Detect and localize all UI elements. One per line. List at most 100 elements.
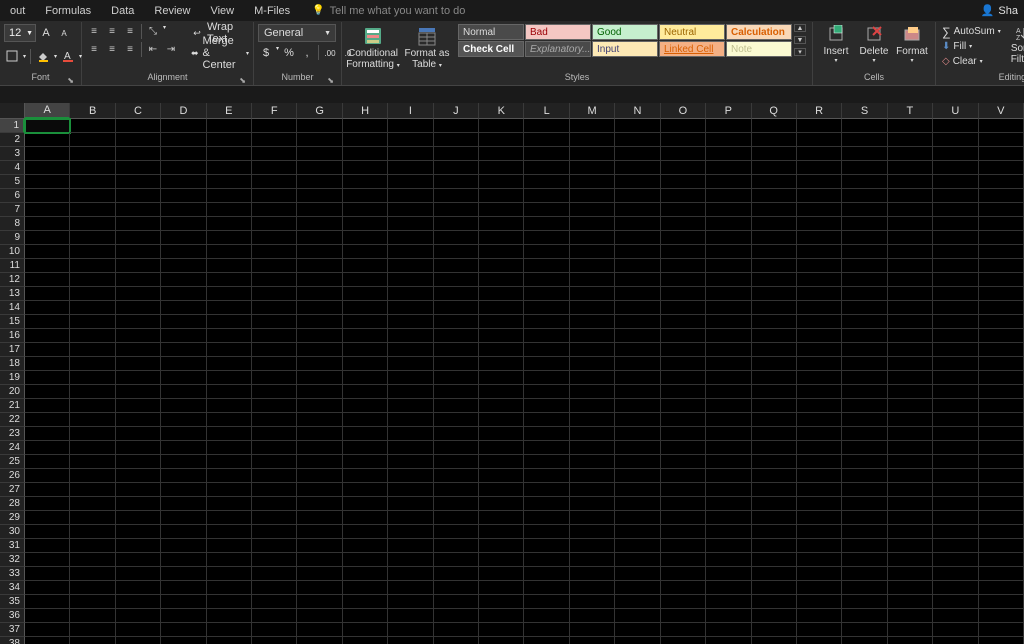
column-header[interactable]: V [979, 103, 1024, 119]
row-header[interactable]: 16 [0, 329, 25, 343]
cell[interactable] [161, 539, 206, 553]
cell[interactable] [615, 175, 660, 189]
cell[interactable] [161, 119, 206, 133]
cell[interactable] [524, 329, 569, 343]
cell[interactable] [207, 203, 252, 217]
cell[interactable] [116, 567, 161, 581]
cell[interactable] [252, 427, 297, 441]
cell[interactable] [979, 147, 1024, 161]
cell[interactable] [706, 385, 751, 399]
align-right-button[interactable]: ≡ [122, 42, 138, 56]
cell[interactable] [842, 133, 887, 147]
cell[interactable] [116, 245, 161, 259]
cell[interactable] [524, 147, 569, 161]
increase-indent-button[interactable]: ⇥ [163, 42, 179, 56]
cell[interactable] [570, 217, 615, 231]
cell[interactable] [524, 245, 569, 259]
autosum-button[interactable]: ∑ AutoSum ▾ [940, 24, 1003, 39]
cell[interactable] [343, 287, 388, 301]
cell[interactable] [25, 427, 70, 441]
cell[interactable] [388, 427, 433, 441]
cell[interactable] [479, 273, 524, 287]
cell[interactable] [116, 413, 161, 427]
cell[interactable] [297, 581, 342, 595]
cell[interactable] [615, 189, 660, 203]
cell[interactable] [661, 399, 706, 413]
cell[interactable] [343, 469, 388, 483]
cell[interactable] [752, 203, 797, 217]
cell[interactable] [752, 273, 797, 287]
cell[interactable] [116, 343, 161, 357]
cell[interactable] [797, 357, 842, 371]
cell[interactable] [933, 483, 978, 497]
merge-center-button[interactable]: ⬌ Merge & Center ▾ [187, 44, 253, 62]
cell[interactable] [842, 203, 887, 217]
cell[interactable] [343, 245, 388, 259]
cell[interactable] [70, 385, 115, 399]
format-button[interactable]: Format ▾ [893, 24, 931, 64]
cell[interactable] [979, 371, 1024, 385]
cell[interactable] [116, 371, 161, 385]
cell[interactable] [842, 497, 887, 511]
cell[interactable] [434, 133, 479, 147]
cell[interactable] [161, 245, 206, 259]
cell[interactable] [979, 399, 1024, 413]
cell[interactable] [297, 385, 342, 399]
row-header[interactable]: 17 [0, 343, 25, 357]
cell[interactable] [933, 273, 978, 287]
comma-button[interactable]: , [299, 45, 315, 61]
column-header[interactable]: N [615, 103, 660, 119]
cell[interactable] [434, 315, 479, 329]
cell[interactable] [161, 133, 206, 147]
cell[interactable] [434, 553, 479, 567]
cell[interactable] [752, 315, 797, 329]
cell[interactable] [570, 581, 615, 595]
cell[interactable] [933, 637, 978, 644]
cell[interactable] [161, 553, 206, 567]
cell[interactable] [252, 119, 297, 133]
cell[interactable] [116, 427, 161, 441]
cell[interactable] [706, 441, 751, 455]
cell[interactable] [434, 637, 479, 644]
cell[interactable] [752, 189, 797, 203]
cell[interactable] [388, 441, 433, 455]
cell[interactable] [161, 175, 206, 189]
row-header[interactable]: 20 [0, 385, 25, 399]
cell[interactable] [297, 147, 342, 161]
cell[interactable] [706, 483, 751, 497]
cell[interactable] [797, 231, 842, 245]
cell[interactable] [252, 175, 297, 189]
cell[interactable] [706, 511, 751, 525]
column-header[interactable]: A [25, 103, 70, 119]
cell[interactable] [797, 301, 842, 315]
cell[interactable] [479, 119, 524, 133]
cell[interactable] [933, 539, 978, 553]
cell[interactable] [70, 595, 115, 609]
cell[interactable] [343, 357, 388, 371]
cell[interactable] [297, 329, 342, 343]
cell[interactable] [161, 301, 206, 315]
font-size-combo[interactable]: 12 ▼ [4, 24, 36, 42]
cell[interactable] [842, 483, 887, 497]
column-header[interactable]: D [161, 103, 206, 119]
cell[interactable] [615, 231, 660, 245]
cell[interactable] [161, 469, 206, 483]
cell[interactable] [207, 161, 252, 175]
cell[interactable] [70, 301, 115, 315]
cell[interactable] [388, 245, 433, 259]
cell[interactable] [297, 119, 342, 133]
cell[interactable] [570, 427, 615, 441]
cell[interactable] [70, 133, 115, 147]
cell[interactable] [161, 497, 206, 511]
cell[interactable] [161, 287, 206, 301]
row-header[interactable]: 1 [0, 119, 25, 133]
cell[interactable] [25, 315, 70, 329]
cell[interactable] [343, 525, 388, 539]
cell[interactable] [116, 161, 161, 175]
cell[interactable] [297, 511, 342, 525]
cell[interactable] [661, 413, 706, 427]
column-header[interactable]: B [70, 103, 115, 119]
cell[interactable] [706, 399, 751, 413]
row-header[interactable]: 14 [0, 301, 25, 315]
cell[interactable] [388, 455, 433, 469]
